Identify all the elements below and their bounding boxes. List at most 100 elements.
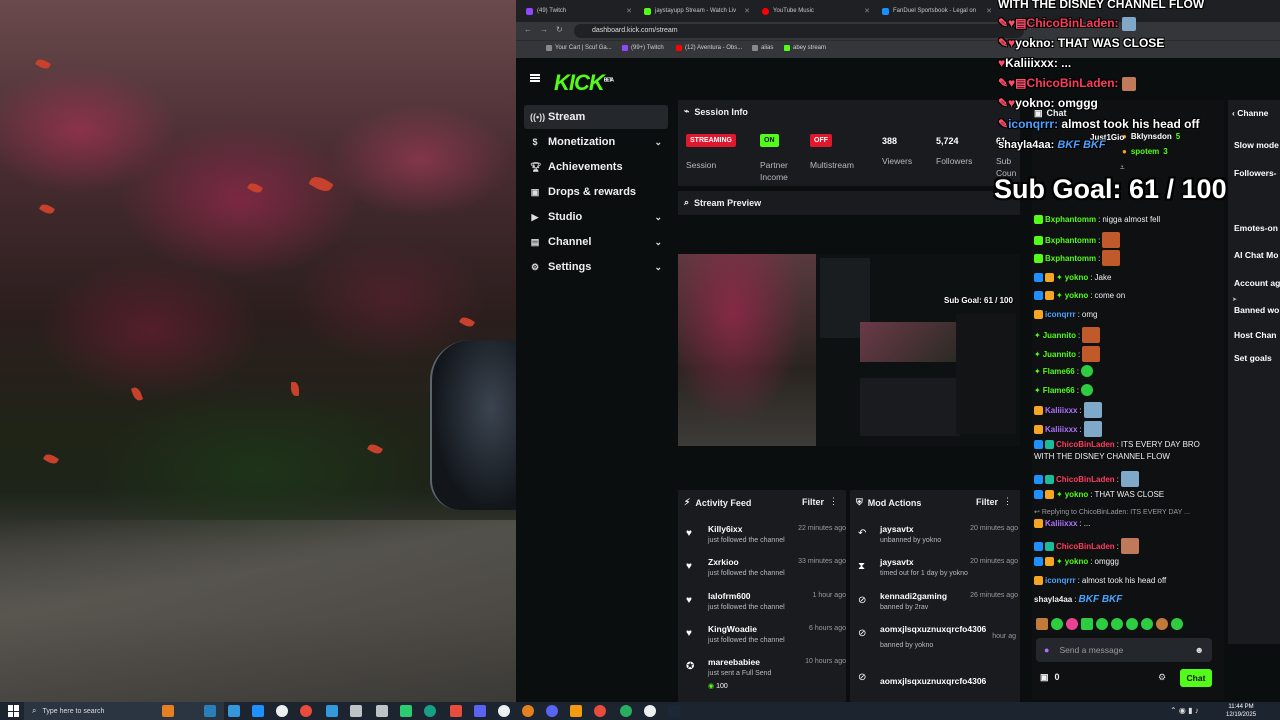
close-icon[interactable]: ✕: [864, 7, 870, 15]
chat-username[interactable]: Bxphantomm: [1045, 236, 1096, 245]
chat-username[interactable]: Bxphantomm: [1045, 215, 1096, 224]
send-chat-button[interactable]: Chat: [1180, 669, 1212, 687]
emote-icon[interactable]: [1156, 618, 1168, 630]
nav-item-achievements[interactable]: 🏆︎ Achievements: [524, 155, 668, 179]
emote-icon[interactable]: [1051, 618, 1063, 630]
tab[interactable]: (49) Twitch ✕: [520, 2, 638, 20]
stream-preview-video[interactable]: Sub Goal: 61 / 100: [678, 254, 1020, 446]
emote-icon[interactable]: [1171, 618, 1183, 630]
chat-username[interactable]: shayla4aa: [1034, 595, 1072, 604]
bookmark[interactable]: abey stream: [784, 45, 826, 51]
nav-item-drops[interactable]: ▣ Drops & rewards: [524, 180, 668, 204]
channel-points[interactable]: ▣ 0: [1040, 672, 1060, 683]
nav-item-studio[interactable]: ▶ Studio ⌄: [524, 205, 668, 229]
chat-username[interactable]: Flame66: [1043, 367, 1075, 376]
setting-host-channel[interactable]: Host Chan: [1234, 330, 1277, 340]
chat-username[interactable]: Juannito: [1043, 331, 1076, 340]
close-icon[interactable]: ✕: [744, 7, 750, 15]
tab[interactable]: FanDuel Sportsbook - Legal on ✕: [876, 2, 998, 20]
chat-username[interactable]: Juannito: [1043, 350, 1076, 359]
reload-icon[interactable]: ↻: [556, 25, 563, 34]
emote-icon[interactable]: [1066, 618, 1078, 630]
tab[interactable]: jaystayupp Stream - Watch Liv ✕: [638, 2, 756, 20]
close-icon[interactable]: ✕: [626, 7, 632, 15]
activity-user[interactable]: Zxrkioo: [708, 557, 739, 567]
chevron-down-icon[interactable]: ⩡: [1120, 163, 1125, 173]
tab[interactable]: YouTube Music ✕: [756, 2, 876, 20]
app-icon[interactable]: [228, 705, 240, 717]
setting-set-goals[interactable]: Set goals: [1234, 353, 1272, 363]
bookmark[interactable]: Your Cart | Scuf Ga...: [546, 45, 612, 51]
kick-logo[interactable]: KICKBETA: [554, 70, 614, 96]
menu-icon[interactable]: [530, 74, 540, 82]
setting-account-age[interactable]: Account ag: [1234, 278, 1280, 288]
filter-button[interactable]: Filter: [976, 497, 998, 507]
emote-icon[interactable]: [1096, 618, 1108, 630]
mod-user[interactable]: jaysavtx: [880, 557, 914, 567]
app-icon[interactable]: [450, 705, 462, 717]
app-icon[interactable]: [276, 705, 288, 717]
nav-item-channel[interactable]: ▤ Channel ⌄: [524, 230, 668, 254]
mod-user[interactable]: kennadi2gaming: [880, 591, 947, 601]
activity-user[interactable]: Killy6ixx: [708, 524, 743, 534]
emote-icon[interactable]: [1081, 618, 1093, 630]
windows-start-icon[interactable]: [8, 705, 20, 717]
chat-username[interactable]: ChicoBinLaden: [1056, 475, 1115, 484]
app-icon[interactable]: [620, 705, 632, 717]
chat-username[interactable]: Bxphantomm: [1045, 254, 1096, 263]
chat-username[interactable]: yokno: [1065, 291, 1089, 300]
chat-username[interactable]: iconqrrr: [1045, 576, 1076, 585]
chat-username[interactable]: Kaliiixxx: [1045, 406, 1077, 415]
chat-username[interactable]: ChicoBinLaden: [1056, 440, 1115, 449]
close-icon[interactable]: ✕: [986, 7, 992, 15]
nav-item-stream[interactable]: ((•)) Stream: [524, 105, 668, 129]
filter-button[interactable]: Filter: [802, 497, 824, 507]
emote-icon[interactable]: [1141, 618, 1153, 630]
app-icon[interactable]: [644, 705, 656, 717]
app-icon[interactable]: [522, 705, 534, 717]
app-icon[interactable]: [570, 705, 582, 717]
app-icon[interactable]: [350, 705, 362, 717]
chrome-icon[interactable]: [300, 705, 312, 717]
chat-username[interactable]: Kaliiixxx: [1045, 425, 1077, 434]
nav-item-monetization[interactable]: $ Monetization ⌄: [524, 130, 668, 154]
bookmark[interactable]: (12) Aventura - Obs...: [676, 45, 742, 51]
app-icon[interactable]: [162, 705, 174, 717]
app-icon[interactable]: [400, 705, 412, 717]
more-icon[interactable]: ⋮: [829, 496, 838, 507]
nav-item-settings[interactable]: ⚙ Settings ⌄: [524, 255, 668, 279]
back-icon[interactable]: ←: [524, 25, 532, 34]
bookmark[interactable]: alias: [752, 45, 773, 51]
app-icon[interactable]: [594, 705, 606, 717]
app-icon[interactable]: [326, 705, 338, 717]
app-icon[interactable]: [376, 705, 388, 717]
clock[interactable]: 11:44 PM 12/19/2025: [1226, 703, 1256, 719]
app-icon[interactable]: [498, 705, 510, 717]
mod-user[interactable]: aomxjlsqxuznuxqrcfo4306: [880, 624, 986, 634]
emote-icon[interactable]: [1036, 618, 1048, 630]
url-field[interactable]: dashboard.kick.com/stream: [574, 24, 1024, 38]
taskbar-search[interactable]: ⌕ Type here to search: [24, 702, 224, 720]
mod-user[interactable]: aomxjlsqxuznuxqrcfo4306: [880, 676, 986, 686]
chat-username[interactable]: yokno: [1065, 557, 1089, 566]
activity-user[interactable]: KingWoadie: [708, 624, 757, 634]
chat-username[interactable]: Flame66: [1043, 386, 1075, 395]
chat-input[interactable]: ● Send a message ☻: [1036, 638, 1212, 662]
mod-user[interactable]: jaysavtx: [880, 524, 914, 534]
chat-username[interactable]: ChicoBinLaden: [1056, 542, 1115, 551]
app-icon[interactable]: [546, 705, 558, 717]
microphone-icon[interactable]: ●: [1044, 645, 1049, 655]
activity-user[interactable]: lalofrm600: [708, 591, 751, 601]
setting-banned-words[interactable]: Banned wo: [1234, 305, 1279, 315]
emote-icon[interactable]: [1111, 618, 1123, 630]
emote-icon[interactable]: [1126, 618, 1138, 630]
system-tray-icons[interactable]: ⌃ ◉ ▮ ♪: [1170, 706, 1199, 715]
forward-icon[interactable]: →: [540, 25, 548, 34]
app-icon[interactable]: [252, 705, 264, 717]
setting-emotes-only[interactable]: Emotes-on: [1234, 223, 1278, 233]
app-icon[interactable]: [204, 705, 216, 717]
emoji-icon[interactable]: ☻: [1195, 645, 1204, 655]
chat-username[interactable]: iconqrrr: [1045, 310, 1076, 319]
more-icon[interactable]: ⋮: [1003, 496, 1012, 507]
setting-ai-chat-mod[interactable]: AI Chat Mo: [1234, 250, 1278, 260]
